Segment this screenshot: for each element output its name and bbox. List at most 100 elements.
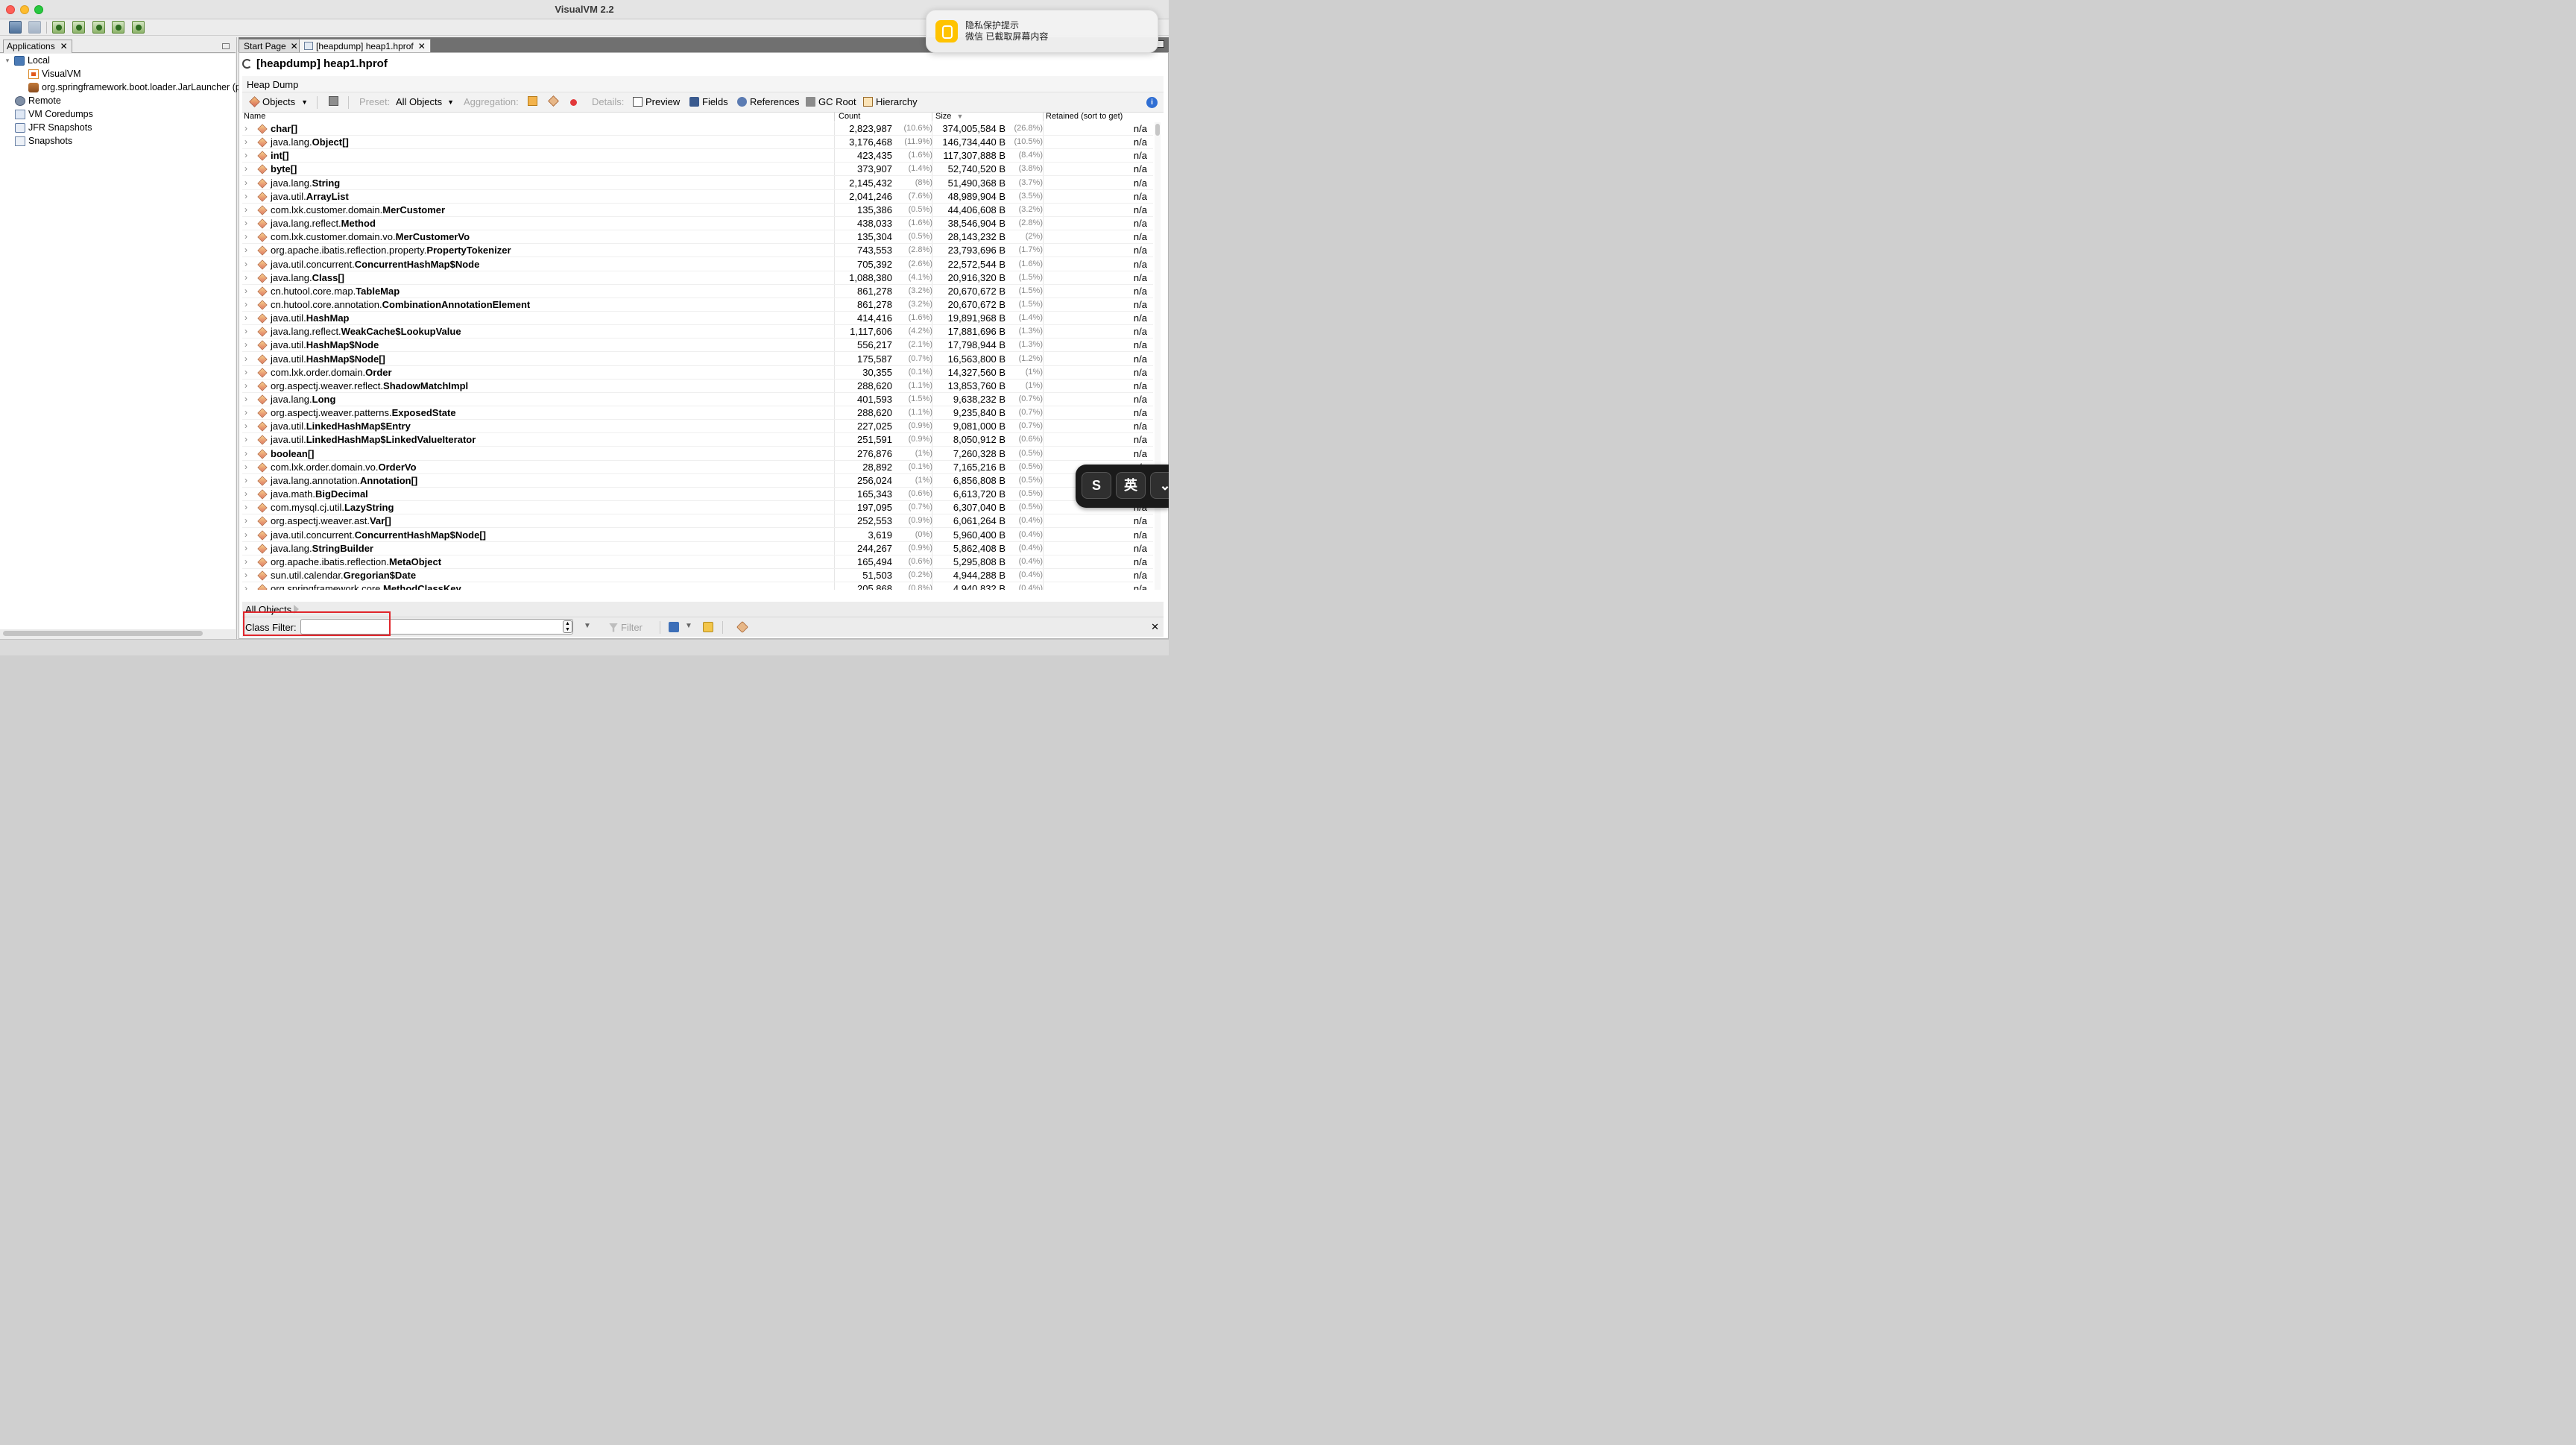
table-row[interactable]: › java.lang.Long 401,593 (1.5%) 9,638,232 B (… [242, 393, 1153, 406]
table-row[interactable]: › byte[] 373,907 (1.4%) 52,740,520 B (3.8%) n/… [242, 163, 1153, 177]
table-row[interactable]: › java.lang.StringBuilder 244,267 (0.9%) 5,8… [242, 542, 1153, 555]
chevron-right-icon[interactable]: › [244, 367, 247, 377]
find-icon[interactable] [703, 622, 713, 632]
column-count-header[interactable]: Count [839, 112, 860, 121]
table-row[interactable]: › cn.hutool.core.annotation.CombinationAn… [242, 298, 1153, 312]
minimize-panel-icon[interactable] [222, 43, 230, 49]
table-row[interactable]: › java.lang.Class[] 1,088,380 (4.1%) 20,916,… [242, 271, 1153, 285]
table-row[interactable]: › java.util.HashMap$Node 556,217 (2.1%) 17,7… [242, 339, 1153, 353]
add-remote-host-icon[interactable] [52, 21, 65, 34]
filter-button[interactable]: Filter [609, 622, 643, 633]
table-row[interactable]: › java.util.concurrent.ConcurrentHashMap$… [242, 258, 1153, 271]
tree-node-local[interactable]: ▾ Local [3, 54, 50, 67]
references-button[interactable]: References [737, 96, 799, 107]
ime-more-button[interactable]: ⌄ [1150, 472, 1169, 499]
chevron-right-icon[interactable]: › [244, 448, 247, 459]
filter-type-stepper[interactable]: ▲ ▼ [563, 620, 572, 633]
aggregation-instances-button[interactable] [570, 99, 580, 106]
memory-icon-button[interactable] [329, 96, 341, 106]
chevron-right-icon[interactable]: › [244, 407, 247, 418]
table-row[interactable]: › java.lang.Object[] 3,176,468 (11.9%) 146,7… [242, 136, 1153, 150]
table-row[interactable]: › java.util.concurrent.ConcurrentHashMap$… [242, 529, 1153, 542]
chevron-right-icon[interactable]: › [244, 204, 247, 215]
tree-node-jarlauncher[interactable]: org.springframework.boot.loader.JarLaunc… [28, 81, 248, 94]
chevron-right-icon[interactable]: › [244, 434, 247, 444]
table-row[interactable]: › java.util.HashMap 414,416 (1.6%) 19,891,96… [242, 312, 1153, 326]
vertical-scrollbar[interactable] [1155, 122, 1161, 590]
scrollbar-thumb[interactable] [1155, 124, 1160, 136]
tab-applications[interactable]: Applications ✕ [3, 40, 72, 53]
chevron-right-icon[interactable]: › [244, 136, 247, 147]
table-row[interactable]: › com.mysql.cj.util.LazyString 197,095 (0.7… [242, 501, 1153, 515]
table-row[interactable]: › org.apache.ibatis.reflection.MetaObject… [242, 555, 1153, 569]
table-row[interactable]: › int[] 423,435 (1.6%) 117,307,888 B (8.4%) n/… [242, 149, 1153, 163]
chevron-right-icon[interactable]: › [244, 191, 247, 201]
table-row[interactable]: › java.lang.reflect.Method 438,033 (1.6%) 38… [242, 217, 1153, 230]
table-row[interactable]: › java.util.LinkedHashMap$Entry 227,025 (0.… [242, 420, 1153, 434]
table-row[interactable]: › com.lxk.customer.domain.vo.MerCustomerV… [242, 230, 1153, 245]
chevron-right-icon[interactable]: › [244, 163, 247, 174]
chevron-right-icon[interactable]: › [244, 259, 247, 269]
chevron-right-icon[interactable]: › [244, 326, 247, 336]
table-row[interactable]: › org.aspectj.weaver.reflect.ShadowMatchI… [242, 380, 1153, 393]
chevron-right-icon[interactable]: › [244, 394, 247, 404]
chevron-right-icon[interactable]: › [244, 488, 247, 499]
chevron-right-icon[interactable]: › [244, 475, 247, 485]
close-icon[interactable]: ✕ [60, 41, 68, 51]
chevron-right-icon[interactable]: › [244, 556, 247, 567]
add-jmx-connection-icon[interactable] [72, 21, 85, 34]
chevron-right-icon[interactable]: › [244, 150, 247, 160]
info-icon[interactable]: i [1146, 97, 1158, 108]
table-row[interactable]: › sun.util.calendar.Gregorian$Date 51,503 (… [242, 569, 1153, 582]
objects-icon[interactable] [736, 621, 748, 633]
table-row[interactable]: › org.aspectj.weaver.ast.Var[] 252,553 (0.9… [242, 514, 1153, 529]
chevron-right-icon[interactable]: › [244, 515, 247, 526]
table-row[interactable]: › java.lang.annotation.Annotation[] 256,02… [242, 474, 1153, 488]
column-layout-icon[interactable] [669, 622, 679, 632]
close-icon[interactable]: ✕ [1151, 621, 1159, 633]
table-row[interactable]: › boolean[] 276,876 (1%) 7,260,328 B (0.5%) n/… [242, 447, 1153, 461]
table-row[interactable]: › java.lang.reflect.WeakCache$LookupValue… [242, 325, 1153, 339]
chevron-right-icon[interactable]: › [244, 529, 247, 540]
preview-button[interactable]: Preview [633, 96, 680, 107]
gc-root-button[interactable]: GC Root [806, 96, 856, 107]
chevron-right-icon[interactable]: › [244, 339, 247, 350]
chevron-right-icon[interactable]: › [244, 353, 247, 364]
table-row[interactable]: › java.util.ArrayList 2,041,246 (7.6%) 48,98… [242, 190, 1153, 204]
column-size-header[interactable]: Size ▼ [935, 112, 963, 121]
chevron-right-icon[interactable]: › [244, 218, 247, 228]
hierarchy-button[interactable]: Hierarchy [863, 96, 918, 107]
preset-select[interactable]: All Objects ▼ [396, 96, 454, 107]
filter-history-dropdown[interactable]: ▼ [584, 622, 591, 630]
view-selector[interactable]: Objects ▼ [249, 96, 308, 107]
column-name-header[interactable]: Name [244, 112, 265, 121]
chevron-right-icon[interactable]: › [244, 502, 247, 512]
ime-logo-button[interactable]: S [1082, 472, 1111, 499]
tree-node-remote[interactable]: Remote [15, 94, 61, 107]
chevron-right-icon[interactable]: › [244, 312, 247, 323]
column-retained-header[interactable]: Retained (sort to get) [1046, 112, 1123, 121]
table-row[interactable]: › com.lxk.order.domain.vo.OrderVo 28,892 (0… [242, 461, 1153, 474]
load-heapdump-icon[interactable] [112, 21, 124, 34]
privacy-notification[interactable]: 隐私保护提示 微信 已截取屏幕内容 [926, 10, 1158, 53]
table-row[interactable]: › org.aspectj.weaver.patterns.ExposedStat… [242, 406, 1153, 421]
chevron-down-icon[interactable]: ▼ [685, 622, 692, 630]
table-row[interactable]: › com.lxk.customer.domain.MerCustomer 135,… [242, 204, 1153, 217]
close-icon[interactable]: ✕ [418, 41, 426, 51]
chevron-down-icon[interactable]: ▾ [3, 57, 12, 65]
chevron-right-icon[interactable]: › [244, 245, 247, 255]
close-icon[interactable]: ✕ [291, 41, 298, 51]
chevron-right-icon[interactable]: › [244, 421, 247, 431]
chevron-right-icon[interactable]: › [244, 272, 247, 283]
chevron-right-icon[interactable]: › [244, 286, 247, 296]
load-snapshot-icon[interactable] [9, 21, 22, 34]
table-row[interactable]: › java.math.BigDecimal 165,343 (0.6%) 6,613,… [242, 488, 1153, 501]
chevron-right-icon[interactable]: › [244, 231, 247, 242]
table-row[interactable]: › java.util.HashMap$Node[] 175,587 (0.7%) 16… [242, 353, 1153, 366]
table-row[interactable]: › java.lang.String 2,145,432 (8%) 51,490,368… [242, 177, 1153, 190]
chevron-right-icon[interactable]: › [244, 583, 247, 590]
tree-node-vm-coredumps[interactable]: VM Coredumps [15, 107, 93, 121]
ime-language-button[interactable]: 英 [1116, 472, 1146, 499]
tab-heap1-hprof[interactable]: [heapdump] heap1.hprof ✕ [299, 39, 431, 52]
table-row[interactable]: › org.apache.ibatis.reflection.property.P… [242, 244, 1153, 258]
